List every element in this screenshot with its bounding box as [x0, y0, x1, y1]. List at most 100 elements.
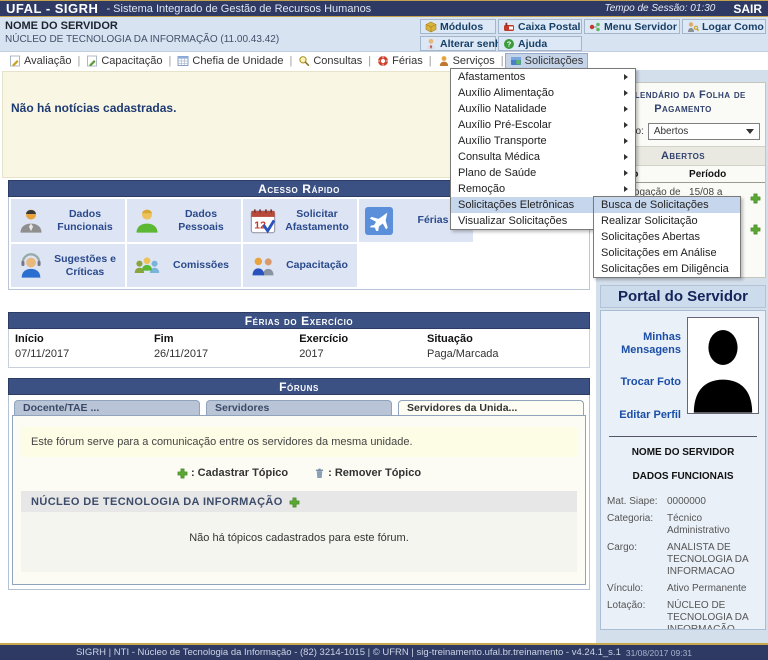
userbar-buttons: Módulos Caixa Postal Menu Servidor Logar…	[420, 19, 766, 51]
menu-separator	[501, 55, 504, 67]
menu-item-label: Férias	[392, 55, 423, 67]
quick-access-comissoes[interactable]: Comissões	[127, 244, 241, 287]
tab-servidores[interactable]: Servidores	[206, 400, 392, 415]
dropdown-item-auxilio-transporte[interactable]: Auxílio Transporte	[451, 133, 635, 149]
submenu-item-label: Solicitações Abertas	[601, 231, 700, 243]
help-button[interactable]: ? Ajuda	[498, 36, 582, 51]
submenu-arrow-icon	[624, 138, 628, 144]
portal-title: Portal do Servidor	[600, 285, 766, 308]
mailbox-button[interactable]: Caixa Postal	[498, 19, 582, 34]
tab-docente-tae[interactable]: Docente/TAE ...	[14, 400, 200, 415]
login-as-button[interactable]: Logar Como	[682, 19, 766, 34]
menu-item-avaliacao[interactable]: Avaliação	[5, 54, 76, 68]
link-minhas-mensagens[interactable]: Minhas Mensagens	[607, 331, 681, 357]
dropdown-item-afastamentos[interactable]: Afastamentos	[451, 69, 635, 85]
quick-access-dados-funcionais[interactable]: Dados Funcionais	[11, 199, 125, 242]
submenu-item-label: Solicitações em Análise	[601, 247, 717, 259]
submenu-item-solicitacoes-abertas[interactable]: Solicitações Abertas	[594, 229, 740, 245]
submenu-arrow-icon	[624, 170, 628, 176]
quick-access-solicitar-afastamento[interactable]: 12 Solicitar Afastamento	[243, 199, 357, 242]
column-header: Período	[685, 166, 746, 183]
menu-item-solicitacoes[interactable]: Solicitações	[506, 54, 588, 68]
link-trocar-foto[interactable]: Trocar Foto	[620, 376, 681, 389]
menu-item-label: Capacitação	[101, 55, 162, 67]
dropdown-item-label: Remoção	[458, 183, 505, 195]
menu-item-label: Solicitações	[525, 55, 584, 67]
submenu-arrow-icon	[624, 122, 628, 128]
quick-access-dados-pessoais[interactable]: Dados Pessoais	[127, 199, 241, 242]
add-topic-button[interactable]	[289, 497, 300, 508]
menu-separator	[78, 55, 81, 67]
cell-inicio: 07/11/2017	[9, 347, 148, 368]
submenu-item-realizar-solicitacao[interactable]: Realizar Solicitação	[594, 213, 740, 229]
modules-cube-icon	[425, 21, 437, 33]
session-timer: Tempo de Sessão: 01:30	[605, 3, 716, 14]
dropdown-item-consulta-medica[interactable]: Consulta Médica	[451, 149, 635, 165]
help-label: Ajuda	[518, 38, 547, 50]
change-password-button[interactable]: Alterar senha	[420, 36, 496, 51]
vacation-table: Início Fim Exercício Situação 07/11/2017…	[8, 329, 590, 368]
mailbox-icon	[503, 21, 515, 33]
submenu-arrow-icon	[624, 154, 628, 160]
link-editar-perfil[interactable]: Editar Perfil	[619, 409, 681, 422]
tab-servidores-da-unidade[interactable]: Servidores da Unida...	[398, 400, 584, 415]
menu-item-servicos[interactable]: Serviços	[434, 54, 499, 68]
cell-fim: 26/11/2017	[148, 347, 293, 368]
vacation-exercise-title: Férias do Exercício	[8, 312, 590, 329]
dropdown-item-plano-de-saude[interactable]: Plano de Saúde	[451, 165, 635, 181]
submenu-item-solicitacoes-em-analise[interactable]: Solicitações em Análise	[594, 245, 740, 261]
menu-item-ferias[interactable]: Férias	[373, 54, 427, 68]
portal-user-name: NOME DO SERVIDOR	[607, 447, 759, 458]
login-as-label: Logar Como	[702, 21, 764, 33]
footer-text: SIGRH | NTI - Núcleo de Tecnologia da In…	[76, 647, 621, 658]
submenu-item-label: Solicitações em Diligência	[601, 263, 729, 275]
legend-label: : Remover Tópico	[328, 467, 421, 479]
menu-item-capacitacao[interactable]: Capacitação	[82, 54, 166, 68]
dropdown-item-remocao[interactable]: Remoção	[451, 181, 635, 197]
field-mat-siape: Mat. Siape: 0000000	[607, 496, 759, 508]
dropdown-item-label: Auxílio Alimentação	[458, 87, 554, 99]
submenu-item-solicitacoes-em-diligencia[interactable]: Solicitações em Diligência	[594, 261, 740, 277]
quick-access-capacitacao[interactable]: Capacitação	[243, 244, 357, 287]
submenu-item-busca-de-solicitacoes[interactable]: Busca de Solicitações	[594, 197, 740, 213]
committees-group-icon	[132, 251, 162, 281]
user-name: NOME DO SERVIDOR	[5, 20, 118, 32]
portal-links: Minhas Mensagens Trocar Foto Editar Perf…	[607, 317, 681, 422]
modules-button[interactable]: Módulos	[420, 19, 496, 34]
period-select[interactable]: Abertos	[648, 123, 760, 140]
vacation-exercise-panel: Férias do Exercício Início Fim Exercício…	[8, 312, 590, 368]
modules-label: Módulos	[440, 21, 483, 33]
field-label: Lotação:	[607, 600, 663, 630]
dropdown-item-auxilio-natalidade[interactable]: Auxílio Natalidade	[451, 101, 635, 117]
quick-access-row: Sugestões e Críticas Comissões Capacitaç…	[11, 244, 587, 287]
quick-access-label: Dados Pessoais	[166, 208, 236, 232]
menu-separator	[290, 55, 293, 67]
quick-access-sugestoes-criticas[interactable]: Sugestões e Críticas	[11, 244, 125, 287]
leave-calendar-icon: 12	[248, 206, 278, 236]
period-select-value: Abertos	[654, 126, 688, 137]
menu-item-consultas[interactable]: Consultas	[294, 54, 366, 68]
dropdown-item-auxilio-alimentacao[interactable]: Auxílio Alimentação	[451, 85, 635, 101]
dropdown-item-auxilio-pre-escolar[interactable]: Auxílio Pré-Escolar	[451, 117, 635, 133]
menu-servidor-button[interactable]: Menu Servidor	[584, 19, 680, 34]
portal-section-title: DADOS FUNCIONAIS	[607, 471, 759, 482]
add-event-request-icon[interactable]	[750, 193, 761, 204]
menu-item-label: Consultas	[313, 55, 362, 67]
field-label: Mat. Siape:	[607, 496, 663, 508]
legend-remove-topic: : Remover Tópico	[314, 467, 421, 479]
svg-text:?: ?	[507, 39, 512, 48]
vacation-table-header-row: Início Fim Exercício Situação	[9, 329, 590, 347]
main-menu-bar: Avaliação Capacitação Chefia de Unidade …	[0, 52, 768, 70]
field-value: 0000000	[667, 496, 759, 508]
field-value: NÚCLEO DE TECNOLOGIA DA INFORMAÇÃO (11.0…	[667, 600, 759, 630]
forum-group-title: NÚCLEO DE TECNOLOGIA DA INFORMAÇÃO	[31, 496, 283, 508]
training-people-icon	[248, 251, 278, 281]
add-event-request-icon[interactable]	[750, 224, 761, 235]
footer-timestamp: 31/08/2017 09:31	[626, 648, 692, 658]
quick-access-label: Comissões	[166, 259, 236, 271]
dropdown-item-label: Consulta Médica	[458, 151, 540, 163]
employee-data-icon	[16, 206, 46, 236]
portal-panel: Minhas Mensagens Trocar Foto Editar Perf…	[600, 310, 766, 630]
logout-button[interactable]: SAIR	[733, 2, 762, 16]
menu-item-chefia-de-unidade[interactable]: Chefia de Unidade	[173, 54, 287, 68]
